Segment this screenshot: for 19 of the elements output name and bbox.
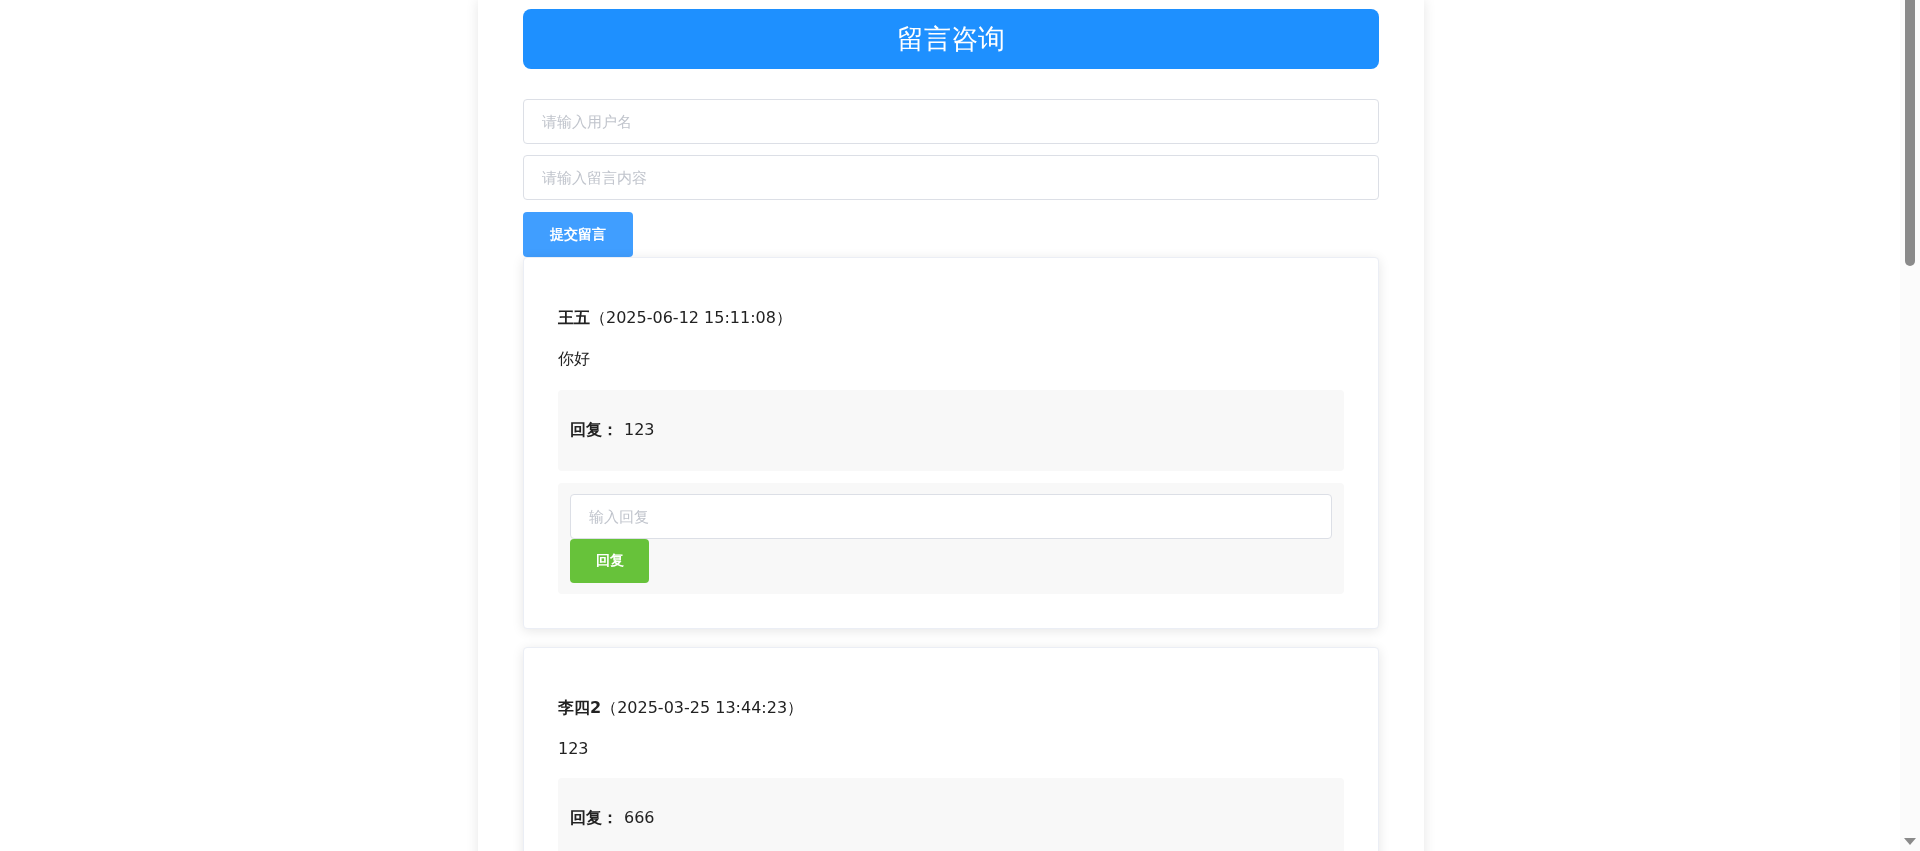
reply-text: 123 xyxy=(624,420,655,439)
reply-label: 回复： xyxy=(570,420,618,439)
submit-button[interactable]: 提交留言 xyxy=(523,212,633,257)
reply-button[interactable]: 回复 xyxy=(570,539,649,583)
author-name: 王五 xyxy=(558,308,590,327)
page-header: 留言咨询 xyxy=(523,9,1379,69)
message-text: 你好 xyxy=(558,349,591,370)
timestamp: （2025-06-12 15:11:08） xyxy=(590,308,792,327)
scroll-down-icon[interactable] xyxy=(1904,838,1916,845)
reply-text: 666 xyxy=(624,808,655,827)
message-text: 123 xyxy=(558,739,590,758)
timestamp: （2025-03-25 13:44:23） xyxy=(601,698,804,717)
author-name: 李四2 xyxy=(558,698,602,717)
input-field[interactable]: 请输入留言内容 xyxy=(523,155,1379,200)
scrollbar-thumb[interactable] xyxy=(1905,0,1915,266)
scrollbar[interactable] xyxy=(1900,0,1920,851)
reply-label: 回复： xyxy=(570,808,618,827)
reply-input-field[interactable]: 输入回复 xyxy=(570,494,1332,539)
input-field[interactable]: 请输入用户名 xyxy=(523,99,1379,144)
